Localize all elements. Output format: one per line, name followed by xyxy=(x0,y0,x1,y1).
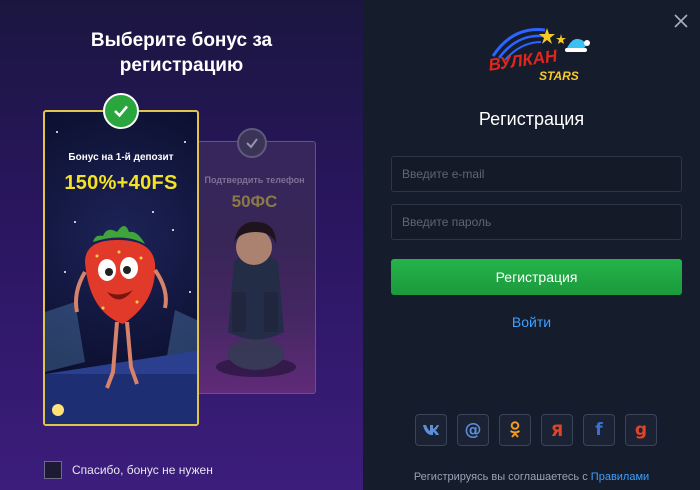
terms-text: Регистрируясь вы соглашаетесь с xyxy=(413,471,588,483)
no-bonus-label: Спасибо, бонус не нужен xyxy=(72,463,213,477)
strawberry-mascot-illustration xyxy=(74,226,168,389)
email-field[interactable] xyxy=(391,156,682,192)
close-icon xyxy=(674,14,688,28)
terms-link[interactable]: Правилами xyxy=(591,471,649,483)
check-icon xyxy=(237,128,267,158)
page-title: Регистрация xyxy=(478,109,585,129)
vk-icon[interactable] xyxy=(415,414,447,446)
mail-ru-icon[interactable]: @ xyxy=(457,414,489,446)
terms-notice: Регистрируясь вы соглашаетесь с Правилам… xyxy=(363,471,700,483)
character-illustration xyxy=(216,221,296,377)
bonus-card-phone[interactable]: Подтвердить телефон 50ФС xyxy=(193,141,316,394)
facebook-icon[interactable]: f xyxy=(583,414,615,446)
logo-subtext: STARS xyxy=(539,69,579,83)
vulkan-stars-logo: ВУЛКАН STARS xyxy=(487,28,590,83)
bonus-panel: Выберите бонус за регистрацию Подтвердит… xyxy=(0,0,363,490)
check-icon xyxy=(103,93,139,129)
register-button[interactable]: Регистрация xyxy=(391,259,682,295)
no-bonus-checkbox[interactable] xyxy=(44,461,62,479)
password-field[interactable] xyxy=(391,204,682,240)
google-icon[interactable]: g xyxy=(625,414,657,446)
social-login-row: @ Я f g xyxy=(415,414,657,446)
no-bonus-option[interactable]: Спасибо, бонус не нужен xyxy=(44,461,213,479)
bonus-panel-title: Выберите бонус за регистрацию xyxy=(90,30,273,76)
odnoklassniki-icon[interactable] xyxy=(499,414,531,446)
bonus-card-deposit[interactable]: Бонус на 1-й депозит 150%+40FS xyxy=(43,110,199,426)
close-button[interactable] xyxy=(670,10,692,32)
yandex-icon[interactable]: Я xyxy=(541,414,573,446)
login-link[interactable]: Войти xyxy=(363,314,700,330)
registration-panel: ВУЛКАН STARS Регистрация Регистрация Вой… xyxy=(363,0,700,490)
